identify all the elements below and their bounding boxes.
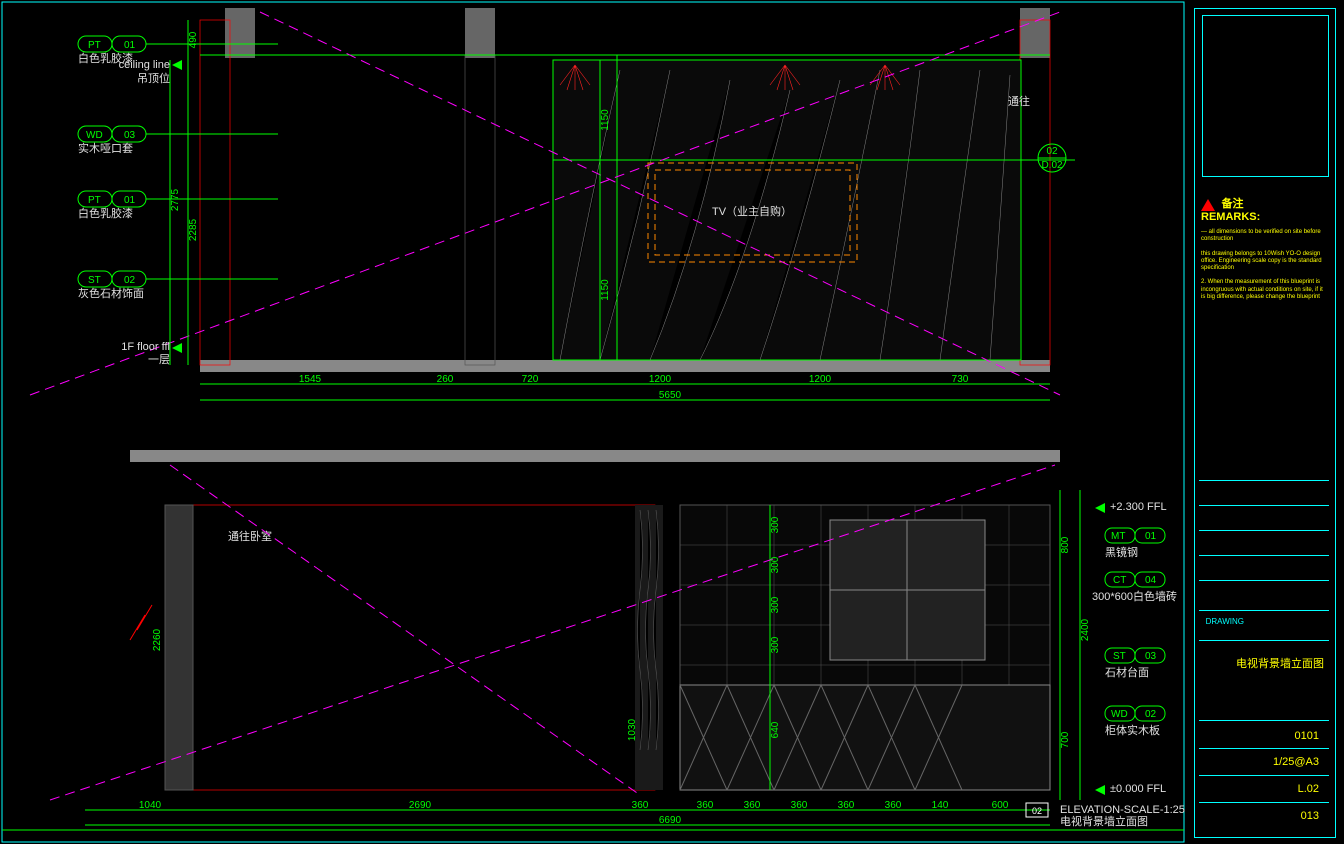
svg-text:1030: 1030 — [627, 718, 638, 741]
material-tags-left: PT01 白色乳胶漆 WD03 实木哑口套 PT01 白色乳胶漆 ST02 灰色… — [78, 36, 278, 300]
svg-text:CT: CT — [1113, 575, 1126, 586]
ceiling-line-label: ceiling line — [119, 59, 170, 71]
corridor-label-2: 通往卧室 — [228, 529, 272, 543]
svg-text:300: 300 — [770, 636, 781, 653]
remarks-block: 备注 REMARKS: — all dimensions to be verif… — [1201, 195, 1326, 301]
svg-text:140: 140 — [932, 800, 949, 811]
svg-text:800: 800 — [1060, 536, 1071, 553]
callout-ref: D.02 — [1041, 160, 1063, 171]
svg-text:实木哑口套: 实木哑口套 — [78, 141, 133, 155]
svg-text:01: 01 — [124, 40, 136, 51]
drawing-number: 013 — [1301, 810, 1319, 822]
sheet-scale: 1/25@A3 — [1273, 756, 1319, 768]
svg-text:360: 360 — [885, 800, 902, 811]
svg-text:1150: 1150 — [600, 109, 611, 131]
svg-text:01: 01 — [1145, 531, 1157, 542]
svg-text:ST: ST — [88, 275, 101, 286]
svg-text:360: 360 — [791, 800, 808, 811]
svg-text:1545: 1545 — [299, 374, 322, 385]
svg-text:700: 700 — [1060, 731, 1071, 748]
drawing-canvas: TV（业主自购） 02 D.02 通往 PT 01 白色乳胶漆 WD 03 实木哑口… — [0, 0, 1344, 844]
svg-text:260: 260 — [437, 374, 454, 385]
svg-text:490: 490 — [188, 31, 199, 48]
svg-text:720: 720 — [522, 374, 539, 385]
svg-text:柜体实木板: 柜体实木板 — [1105, 723, 1160, 737]
svg-text:04: 04 — [1145, 575, 1157, 586]
svg-text:PT: PT — [88, 195, 101, 206]
sheet-number: L.02 — [1298, 783, 1319, 795]
svg-text:300*600白色墙砖: 300*600白色墙砖 — [1092, 589, 1177, 603]
revision: 0101 — [1295, 730, 1319, 742]
svg-text:6690: 6690 — [659, 815, 682, 826]
svg-text:03: 03 — [1145, 651, 1157, 662]
svg-text:02: 02 — [1032, 806, 1042, 816]
svg-text:2775: 2775 — [170, 188, 181, 211]
svg-text:1150: 1150 — [600, 279, 611, 301]
svg-text:360: 360 — [838, 800, 855, 811]
callout-num: 02 — [1046, 146, 1058, 157]
svg-text:一层: 一层 — [148, 353, 170, 366]
svg-text:03: 03 — [124, 130, 136, 141]
svg-text:360: 360 — [632, 800, 649, 811]
svg-text:白色乳胶漆: 白色乳胶漆 — [78, 206, 133, 220]
svg-text:360: 360 — [697, 800, 714, 811]
title-block-panel: 备注 REMARKS: — all dimensions to be verif… — [1189, 0, 1344, 844]
svg-text:300: 300 — [770, 596, 781, 613]
material-tags-right: MT 01 黑镜钢 CT 04 300*600白色墙砖 ST 03 石材台面 WD 02… — [1092, 528, 1177, 737]
svg-text:WD: WD — [86, 130, 103, 141]
elevation-name: 电视背景墙立面图 — [1060, 814, 1148, 828]
elevation-scale: ELEVATION-SCALE-1:25 — [1060, 804, 1185, 816]
svg-text:MT: MT — [1111, 531, 1125, 542]
svg-text:360: 360 — [744, 800, 761, 811]
svg-text:2400: 2400 — [1080, 618, 1091, 641]
warning-icon — [1201, 199, 1215, 211]
svg-text:PT: PT — [88, 40, 101, 51]
svg-text:1040: 1040 — [139, 800, 162, 811]
svg-text:300: 300 — [770, 556, 781, 573]
svg-text:5650: 5650 — [659, 390, 682, 401]
svg-text:石材台面: 石材台面 — [1105, 665, 1149, 679]
svg-text:640: 640 — [770, 721, 781, 738]
corridor-label-1: 通往 — [1008, 94, 1030, 108]
svg-text:730: 730 — [952, 374, 969, 385]
svg-text:02: 02 — [1145, 709, 1157, 720]
svg-text:01: 01 — [124, 195, 136, 206]
svg-text:2690: 2690 — [409, 800, 432, 811]
cad-viewport[interactable]: TV（业主自购） 02 D.02 通往 PT 01 白色乳胶漆 WD 03 实木哑口… — [0, 0, 1344, 844]
svg-text:02: 02 — [124, 275, 136, 286]
ffl-bottom: ±0.000 FFL — [1110, 783, 1166, 795]
svg-text:2260: 2260 — [152, 628, 163, 651]
svg-text:WD: WD — [1111, 709, 1128, 720]
ffl-top: +2.300 FFL — [1110, 501, 1167, 513]
svg-text:黑镜钢: 黑镜钢 — [1105, 545, 1138, 559]
svg-text:ST: ST — [1113, 651, 1126, 662]
floor-line-label: 1F floor ffl — [121, 341, 170, 353]
svg-text:1200: 1200 — [809, 374, 832, 385]
svg-text:2285: 2285 — [188, 218, 199, 241]
svg-text:吊顶位: 吊顶位 — [137, 71, 170, 85]
svg-text:600: 600 — [992, 800, 1009, 811]
svg-text:300: 300 — [770, 516, 781, 533]
svg-text:1200: 1200 — [649, 374, 672, 385]
tv-label: TV（业主自购） — [712, 204, 792, 218]
svg-text:灰色石材饰面: 灰色石材饰面 — [78, 286, 144, 300]
drawing-title: 电视背景墙立面图 — [1236, 655, 1324, 671]
